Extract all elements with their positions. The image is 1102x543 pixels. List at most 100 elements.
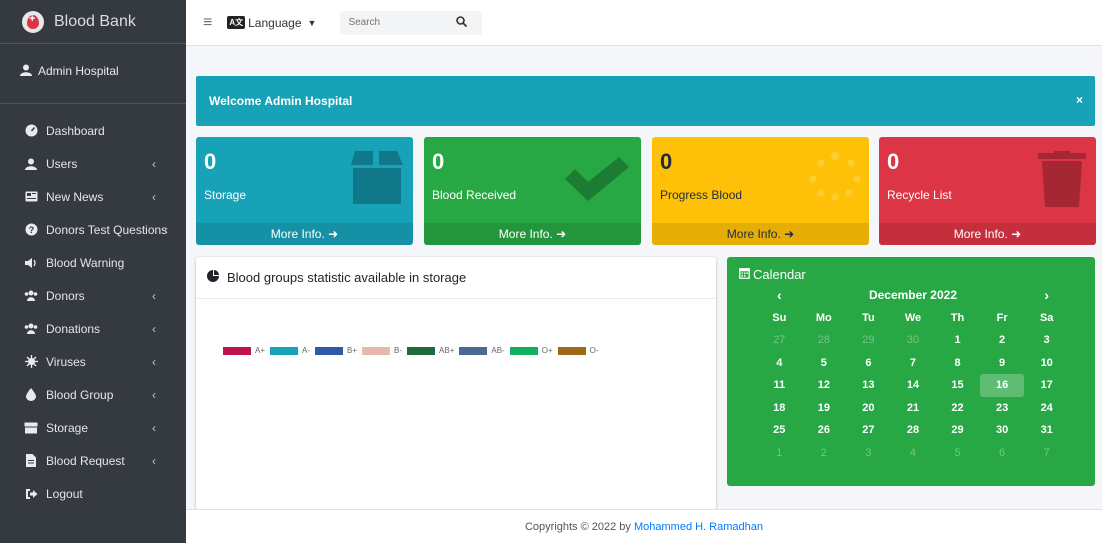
calendar-day[interactable]: 7 — [891, 352, 936, 375]
chevron-left-icon: ‹ — [152, 453, 156, 468]
calendar-day[interactable]: 6 — [846, 352, 891, 375]
calendar-day[interactable]: 20 — [846, 397, 891, 420]
calendar-day[interactable]: 19 — [802, 397, 847, 420]
legend-item[interactable]: A- — [270, 346, 310, 355]
calendar-day[interactable]: 30 — [891, 329, 936, 352]
sidebar-item-label: Users — [46, 156, 78, 171]
footer-text: Copyrights © 2022 by — [524, 521, 634, 533]
legend-item[interactable]: AB- — [459, 346, 505, 355]
calendar-day[interactable]: 31 — [1024, 419, 1069, 442]
volume-icon — [24, 257, 38, 269]
legend-item[interactable]: A+ — [223, 346, 265, 355]
weekday-label: We — [904, 311, 922, 324]
calendar-day[interactable]: 2 — [980, 329, 1025, 352]
sidebar-item-blood-group[interactable]: Blood Group ‹ — [0, 378, 186, 411]
legend-item[interactable]: B+ — [315, 346, 357, 355]
more-info-label: More Info. — [953, 227, 1008, 241]
calendar-day[interactable]: 15 — [935, 374, 980, 397]
sidebar-item-donors[interactable]: Donors ‹ — [0, 279, 186, 312]
calendar-day[interactable]: 11 — [757, 374, 802, 397]
legend-item[interactable]: O- — [557, 346, 599, 355]
calendar-day[interactable]: 18 — [757, 397, 802, 420]
file-icon — [24, 454, 38, 467]
calendar-day[interactable]: 28 — [802, 329, 847, 352]
legend-swatch — [223, 346, 251, 355]
calendar-day[interactable]: 27 — [757, 329, 802, 352]
language-icon: A文 — [227, 16, 246, 29]
calendar-day[interactable]: 29 — [935, 419, 980, 442]
calendar-day[interactable]: 26 — [802, 419, 847, 442]
calendar-day[interactable]: 13 — [846, 374, 891, 397]
calendar-day[interactable]: 10 — [1024, 352, 1069, 375]
box-value: 0 — [204, 149, 217, 174]
calendar-day[interactable]: 9 — [980, 352, 1025, 375]
calendar-day[interactable]: 21 — [891, 397, 936, 420]
calendar-day[interactable]: 14 — [891, 374, 936, 397]
calendar-day[interactable]: 1 — [935, 329, 980, 352]
language-dropdown[interactable]: A文 Language ▼ — [227, 16, 316, 30]
sidebar-item-logout[interactable]: Logout — [0, 477, 186, 510]
sidebar-item-dashboard[interactable]: Dashboard — [0, 114, 186, 147]
recycle-list-box: 0 Recycle List More Info. ➜ — [879, 137, 1096, 245]
more-info-link[interactable]: More Info. ➜ — [652, 223, 869, 245]
box-label: Blood Received — [432, 188, 517, 202]
calendar-month-label[interactable]: December 2022 — [802, 284, 1025, 307]
calendar-day[interactable]: 30 — [980, 419, 1025, 442]
calendar-day[interactable]: 2 — [802, 442, 847, 465]
legend-item[interactable]: O+ — [509, 346, 553, 355]
tint-icon — [24, 388, 38, 401]
calendar-day[interactable]: 6 — [980, 442, 1025, 465]
legend-item[interactable]: B- — [362, 346, 402, 355]
calendar-prev-button[interactable]: ‹ — [757, 284, 802, 307]
sidebar-item-label: Storage — [46, 420, 89, 435]
calendar-day[interactable]: 29 — [846, 329, 891, 352]
calendar-next-button[interactable]: › — [1024, 284, 1069, 307]
search-icon[interactable] — [456, 15, 468, 30]
calendar-day[interactable]: 23 — [980, 397, 1025, 420]
sidebar-item-donors-test-questions[interactable]: ? Donors Test Questions ‹ — [0, 213, 186, 246]
calendar-day[interactable]: 25 — [757, 419, 802, 442]
close-icon[interactable]: × — [1076, 93, 1083, 107]
calendar-day[interactable]: 3 — [1024, 329, 1069, 352]
calendar-day[interactable]: 5 — [802, 352, 847, 375]
sidebar-item-label: Blood Group — [46, 387, 114, 402]
calendar-day[interactable]: 8 — [935, 352, 980, 375]
more-info-link[interactable]: More Info. ➜ — [879, 223, 1096, 245]
sidebar-item-label: Blood Request — [46, 453, 125, 468]
calendar-day[interactable]: 7 — [1024, 442, 1069, 465]
legend-item[interactable]: AB+ — [407, 346, 454, 355]
calendar-day[interactable]: 3 — [846, 442, 891, 465]
calendar-day[interactable]: 4 — [891, 442, 936, 465]
calendar-day[interactable]: 5 — [935, 442, 980, 465]
calendar-day[interactable]: 16 — [979, 374, 1025, 397]
sidebar-item-storage[interactable]: Storage ‹ — [0, 411, 186, 444]
brand-link[interactable]: Blood Bank — [0, 0, 186, 44]
menu-toggle-icon[interactable]: ≡ — [203, 14, 212, 32]
author-link[interactable]: Mohammed H. Ramadhan — [634, 521, 763, 533]
calendar-day[interactable]: 22 — [935, 397, 980, 420]
top-navbar: ≡ A文 Language ▼ — [186, 0, 1102, 46]
calendar-day[interactable]: 17 — [1024, 374, 1069, 397]
search-input[interactable] — [340, 17, 453, 28]
calendar-week-row: 11 12 13 14 15 16 17 — [757, 374, 1069, 397]
more-info-link[interactable]: More Info. ➜ — [424, 223, 641, 245]
calendar-week-row: 4 5 6 7 8 9 10 — [757, 352, 1069, 375]
calendar-day[interactable]: 24 — [1024, 397, 1069, 420]
user-panel[interactable]: Admin Hospital — [0, 44, 186, 104]
sidebar-item-blood-warning[interactable]: Blood Warning — [0, 246, 186, 279]
calendar-day[interactable]: 28 — [891, 419, 936, 442]
sidebar-item-viruses[interactable]: Viruses ‹ — [0, 345, 186, 378]
chart-legend: A+ A- B+ B- AB+ AB- O+ O- — [223, 346, 604, 355]
sidebar-item-new-news[interactable]: New News ‹ — [0, 180, 186, 213]
more-info-link[interactable]: More Info. ➜ — [196, 223, 413, 245]
user-icon — [24, 158, 38, 170]
sidebar-item-users[interactable]: Users ‹ — [0, 147, 186, 180]
calendar-day[interactable]: 27 — [846, 419, 891, 442]
sidebar-item-blood-request[interactable]: Blood Request ‹ — [0, 444, 186, 477]
calendar-day[interactable]: 4 — [757, 352, 802, 375]
card-title: Blood groups statistic available in stor… — [227, 270, 467, 285]
sidebar-item-label: Logout — [46, 486, 83, 501]
calendar-day[interactable]: 1 — [757, 442, 802, 465]
sidebar-item-donations[interactable]: Donations ‹ — [0, 312, 186, 345]
calendar-day[interactable]: 12 — [802, 374, 847, 397]
